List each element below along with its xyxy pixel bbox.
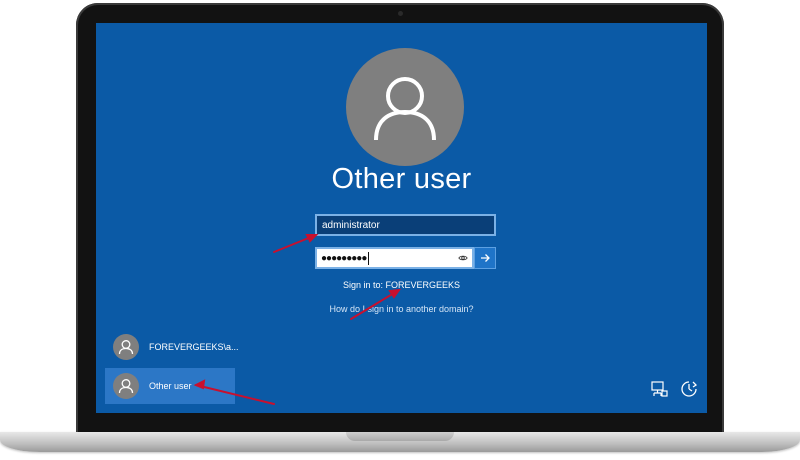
page-title: Other user xyxy=(331,163,472,195)
password-row: ●●●●●●●●● xyxy=(315,247,496,269)
arrow-right-icon xyxy=(481,254,490,262)
windows-login-screen: Other user administrator ●●●●●●●●● Sign … xyxy=(96,23,707,413)
laptop-camera xyxy=(398,11,403,16)
annotation-arrow-username xyxy=(273,234,317,253)
laptop-notch xyxy=(346,432,454,441)
ease-of-access-icon[interactable] xyxy=(679,379,699,399)
user-avatar-large xyxy=(346,48,464,166)
submit-button[interactable] xyxy=(474,247,496,269)
username-value: administrator xyxy=(322,219,380,231)
network-icon[interactable] xyxy=(649,379,669,399)
user-icon xyxy=(118,379,134,394)
user-avatar-small xyxy=(113,373,139,399)
user-icon xyxy=(118,340,134,355)
user-list-label: FOREVERGEEKS\a... xyxy=(149,342,239,352)
password-value: ●●●●●●●●● xyxy=(321,252,367,264)
username-field[interactable]: administrator xyxy=(315,214,496,236)
sign-in-to-domain: Sign in to: FOREVERGEEKS xyxy=(342,280,461,290)
user-list-item-other-user[interactable]: Other user xyxy=(105,368,235,404)
other-domain-link[interactable]: How do I sign in to another domain? xyxy=(96,304,707,314)
user-avatar-small xyxy=(113,334,139,360)
annotation-arrowhead xyxy=(388,288,402,299)
password-field[interactable]: ●●●●●●●●● xyxy=(315,247,474,269)
text-caret xyxy=(368,251,370,265)
user-list-label: Other user xyxy=(149,381,192,391)
user-list-item-domain-account[interactable]: FOREVERGEEKS\a... xyxy=(105,329,239,365)
eye-icon[interactable] xyxy=(458,253,468,263)
user-list: FOREVERGEEKS\a... Other user xyxy=(105,329,239,404)
system-tray xyxy=(649,379,699,399)
user-icon xyxy=(374,77,436,141)
